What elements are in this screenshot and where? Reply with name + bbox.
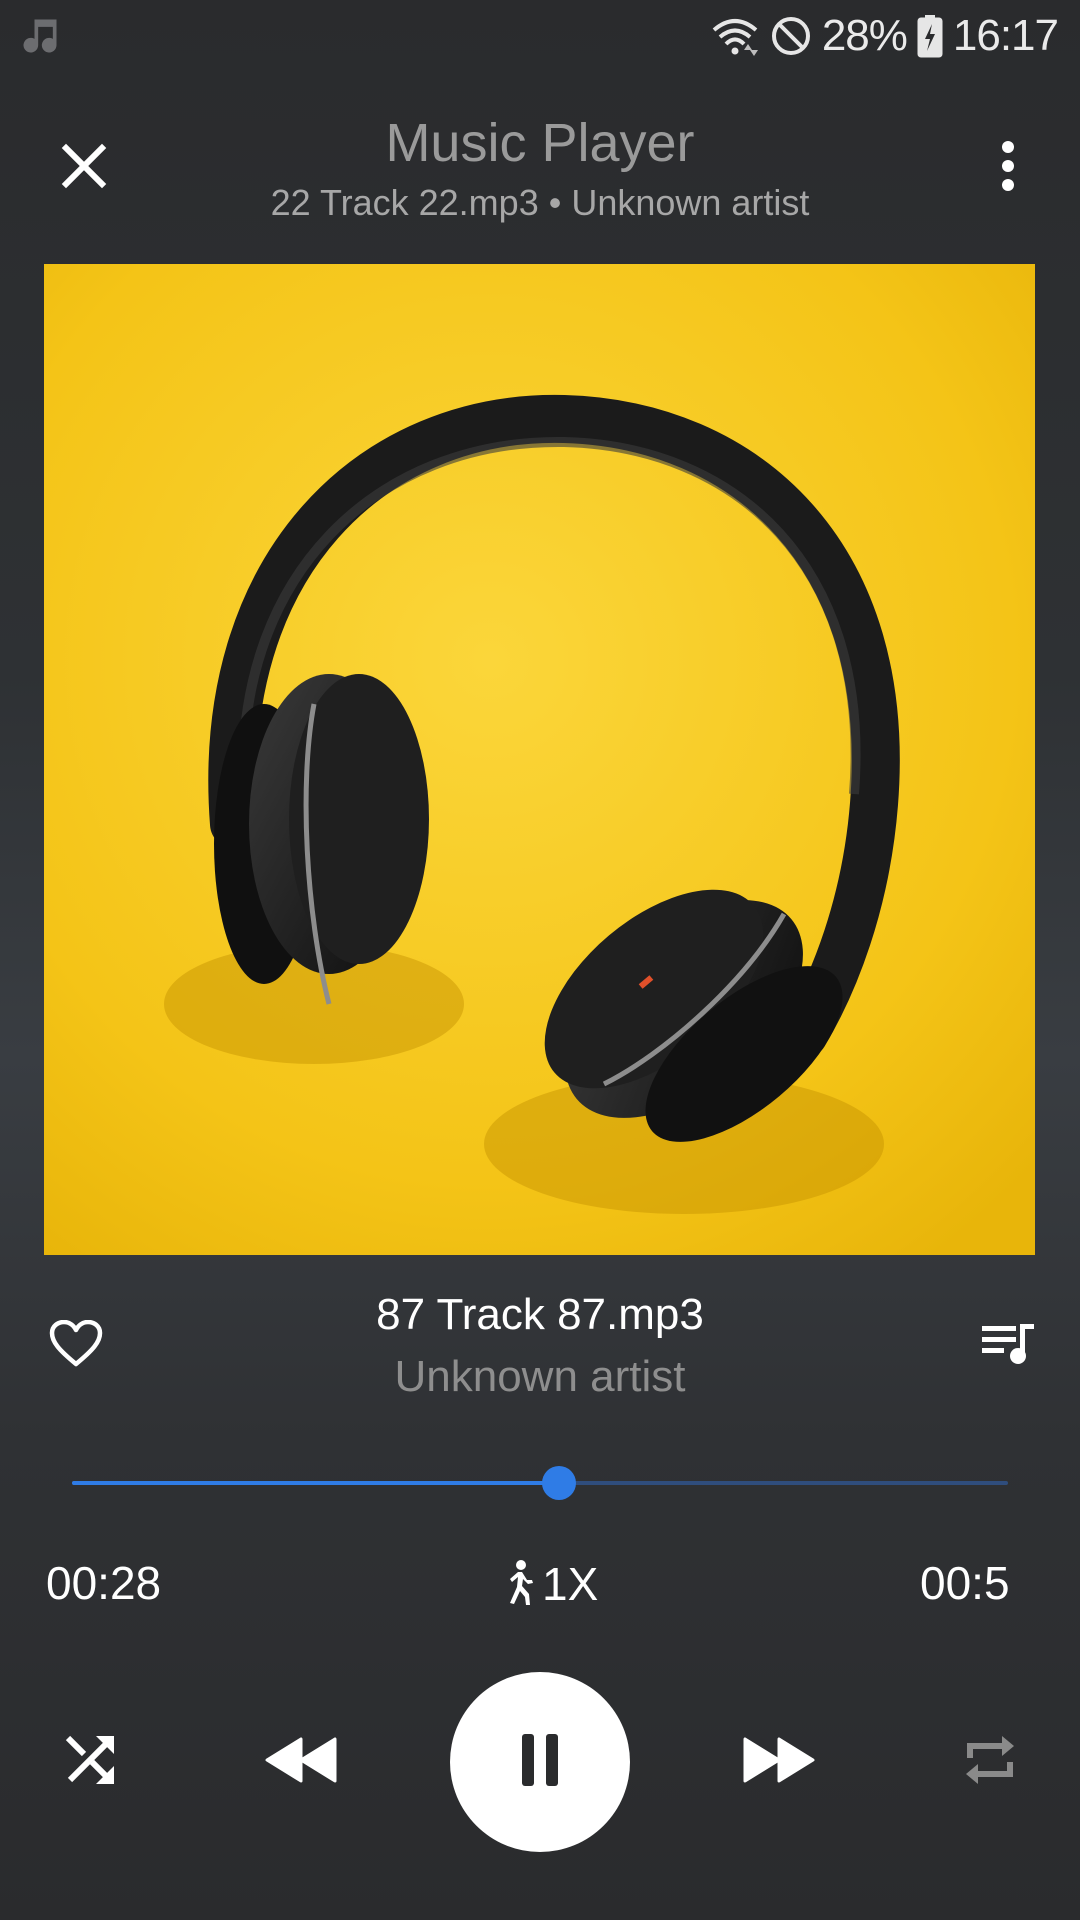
favorite-button[interactable]: [40, 1314, 112, 1378]
repeat-button[interactable]: [950, 1726, 1030, 1798]
next-button[interactable]: [734, 1726, 824, 1798]
elapsed-time: 00:28: [46, 1557, 162, 1609]
page-title: Music Player: [385, 113, 695, 173]
do-not-disturb-icon: [770, 15, 812, 57]
battery-percent: 28%: [821, 11, 908, 60]
repeat-icon: [962, 1730, 1018, 1795]
previous-button[interactable]: [256, 1726, 346, 1798]
seek-bar[interactable]: [72, 1466, 1008, 1500]
album-artwork: [44, 264, 1035, 1255]
close-button[interactable]: [48, 132, 120, 204]
page-subtitle: 22 Track 22.mp3 • Unknown artist: [270, 182, 810, 223]
shuffle-icon: [62, 1732, 118, 1793]
wifi-icon: [710, 14, 760, 58]
pause-button[interactable]: [450, 1672, 630, 1852]
track-title: 87 Track 87.mp3: [376, 1290, 704, 1339]
pause-icon: [520, 1732, 560, 1793]
status-icons: 28% 16:17: [710, 10, 1059, 62]
battery-charging-icon: [917, 14, 943, 58]
heart-outline-icon: [49, 1319, 103, 1373]
rewind-icon: [263, 1737, 339, 1788]
status-bar: 28% 16:17: [0, 0, 1080, 72]
music-note-icon: [18, 14, 62, 58]
close-icon: [60, 142, 108, 195]
playback-speed-button[interactable]: 1X: [500, 1556, 598, 1612]
seek-thumb[interactable]: [542, 1466, 576, 1500]
seek-progress: [72, 1481, 559, 1485]
more-vertical-icon: [1000, 140, 1016, 196]
total-time: 00:5: [920, 1557, 1010, 1609]
speed-label: 1X: [542, 1558, 599, 1610]
queue-music-icon: [980, 1322, 1036, 1371]
shuffle-button[interactable]: [50, 1726, 130, 1798]
fast-forward-icon: [741, 1737, 817, 1788]
clock: 16:17: [952, 11, 1059, 60]
more-options-button[interactable]: [972, 132, 1044, 204]
queue-button[interactable]: [972, 1314, 1044, 1378]
running-person-icon: [500, 1559, 534, 1610]
track-artist: Unknown artist: [394, 1352, 686, 1401]
